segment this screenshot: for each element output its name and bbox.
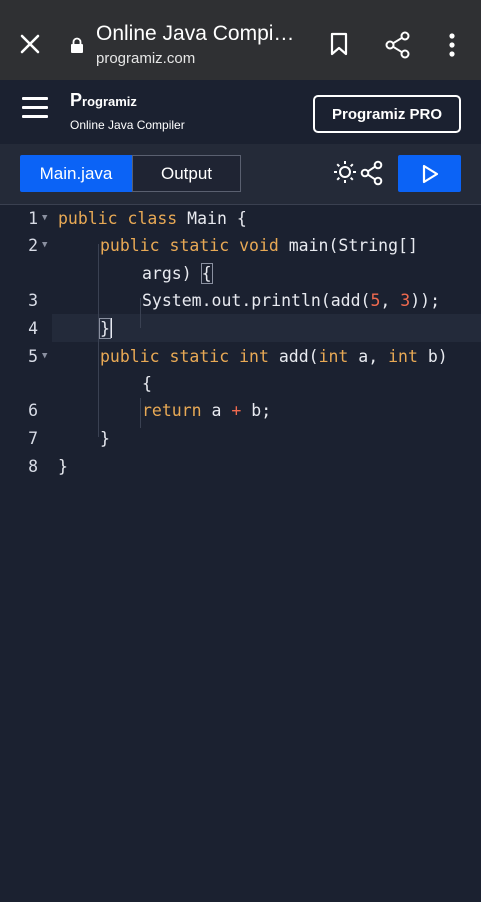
page-url[interactable]: programiz.com xyxy=(96,50,195,67)
line-number: 3 xyxy=(28,291,38,310)
operator: + xyxy=(231,401,242,420)
keyword: public static void xyxy=(100,236,279,255)
code-text: )); xyxy=(410,291,441,310)
code-text: , xyxy=(380,291,401,310)
keyword: public static int xyxy=(100,347,269,366)
code-line-5-wrap: { xyxy=(0,370,481,397)
code-text: System.out.println(add( xyxy=(142,291,371,310)
code-line-8: 8 } xyxy=(0,453,481,480)
line-number: 1 xyxy=(28,209,38,228)
code-text: b; xyxy=(241,401,272,420)
keyword: return xyxy=(142,401,202,420)
matched-bracket: { xyxy=(200,263,213,284)
line-number: 6 xyxy=(28,401,38,420)
line-number: 7 xyxy=(28,429,38,448)
line-number: 5 xyxy=(28,347,38,366)
share-icon[interactable] xyxy=(384,31,412,59)
keyword: public class xyxy=(58,209,178,228)
logo-mark: P xyxy=(70,90,83,110)
logo-text: rogramiz xyxy=(82,94,137,109)
app-header: Programiz Online Java Compiler Programiz… xyxy=(0,80,481,144)
code-line-5: 5 ▼ public static int add(int a, int b) xyxy=(0,343,481,370)
tab-output[interactable]: Output xyxy=(132,155,241,192)
more-options-icon[interactable] xyxy=(443,31,461,59)
code-line-3: 3 System.out.println(add(5, 3)); xyxy=(0,287,481,314)
tab-main-java[interactable]: Main.java xyxy=(20,155,132,192)
hamburger-menu-icon[interactable] xyxy=(22,97,48,119)
compiler-subtitle: Online Java Compiler xyxy=(70,118,185,132)
keyword: int xyxy=(388,347,418,366)
lock-icon xyxy=(71,37,83,53)
code-text: } xyxy=(100,429,110,448)
theme-toggle-icon[interactable] xyxy=(333,160,357,184)
code-text: a xyxy=(201,401,232,420)
code-line-6: 6 return a + b; xyxy=(0,397,481,424)
page-title[interactable]: Online Java Compi… xyxy=(96,22,306,46)
line-number: 4 xyxy=(28,319,38,338)
line-number: 2 xyxy=(28,236,38,255)
play-icon xyxy=(422,164,438,183)
line-number: 8 xyxy=(28,457,38,476)
browser-toolbar: Online Java Compi… programiz.com xyxy=(0,0,481,80)
fold-arrow-icon[interactable]: ▼ xyxy=(42,352,47,361)
code-text: a, xyxy=(348,347,389,366)
code-text: Main { xyxy=(177,209,247,228)
code-text: main(String[] xyxy=(278,236,418,255)
code-text: { xyxy=(142,374,152,393)
fold-arrow-icon[interactable]: ▼ xyxy=(42,214,47,223)
programiz-logo[interactable]: Programiz xyxy=(70,90,137,111)
code-text: b) xyxy=(417,347,448,366)
matched-bracket: } xyxy=(99,318,111,339)
code-line-1: 1 ▼ public class Main { xyxy=(0,205,481,232)
code-line-2: 2 ▼ public static void main(String[] xyxy=(0,232,481,259)
code-text: } xyxy=(58,457,68,476)
keyword: int xyxy=(318,347,349,366)
bookmark-icon[interactable] xyxy=(327,31,351,57)
code-text: add( xyxy=(268,347,319,366)
share-code-icon[interactable] xyxy=(360,160,384,186)
number-literal: 3 xyxy=(400,291,411,310)
code-line-2-wrap: args) { xyxy=(0,260,481,287)
code-text: args) xyxy=(142,264,202,283)
code-editor[interactable]: 1 ▼ public class Main { 2 ▼ public stati… xyxy=(0,205,481,902)
run-button[interactable] xyxy=(398,155,461,192)
text-cursor xyxy=(109,318,112,338)
close-icon[interactable] xyxy=(18,32,42,56)
code-line-4: 4 } xyxy=(0,315,481,342)
fold-arrow-icon[interactable]: ▼ xyxy=(42,241,47,250)
code-line-7: 7 } xyxy=(0,425,481,452)
number-literal: 5 xyxy=(370,291,381,310)
programiz-pro-button[interactable]: Programiz PRO xyxy=(313,95,461,133)
